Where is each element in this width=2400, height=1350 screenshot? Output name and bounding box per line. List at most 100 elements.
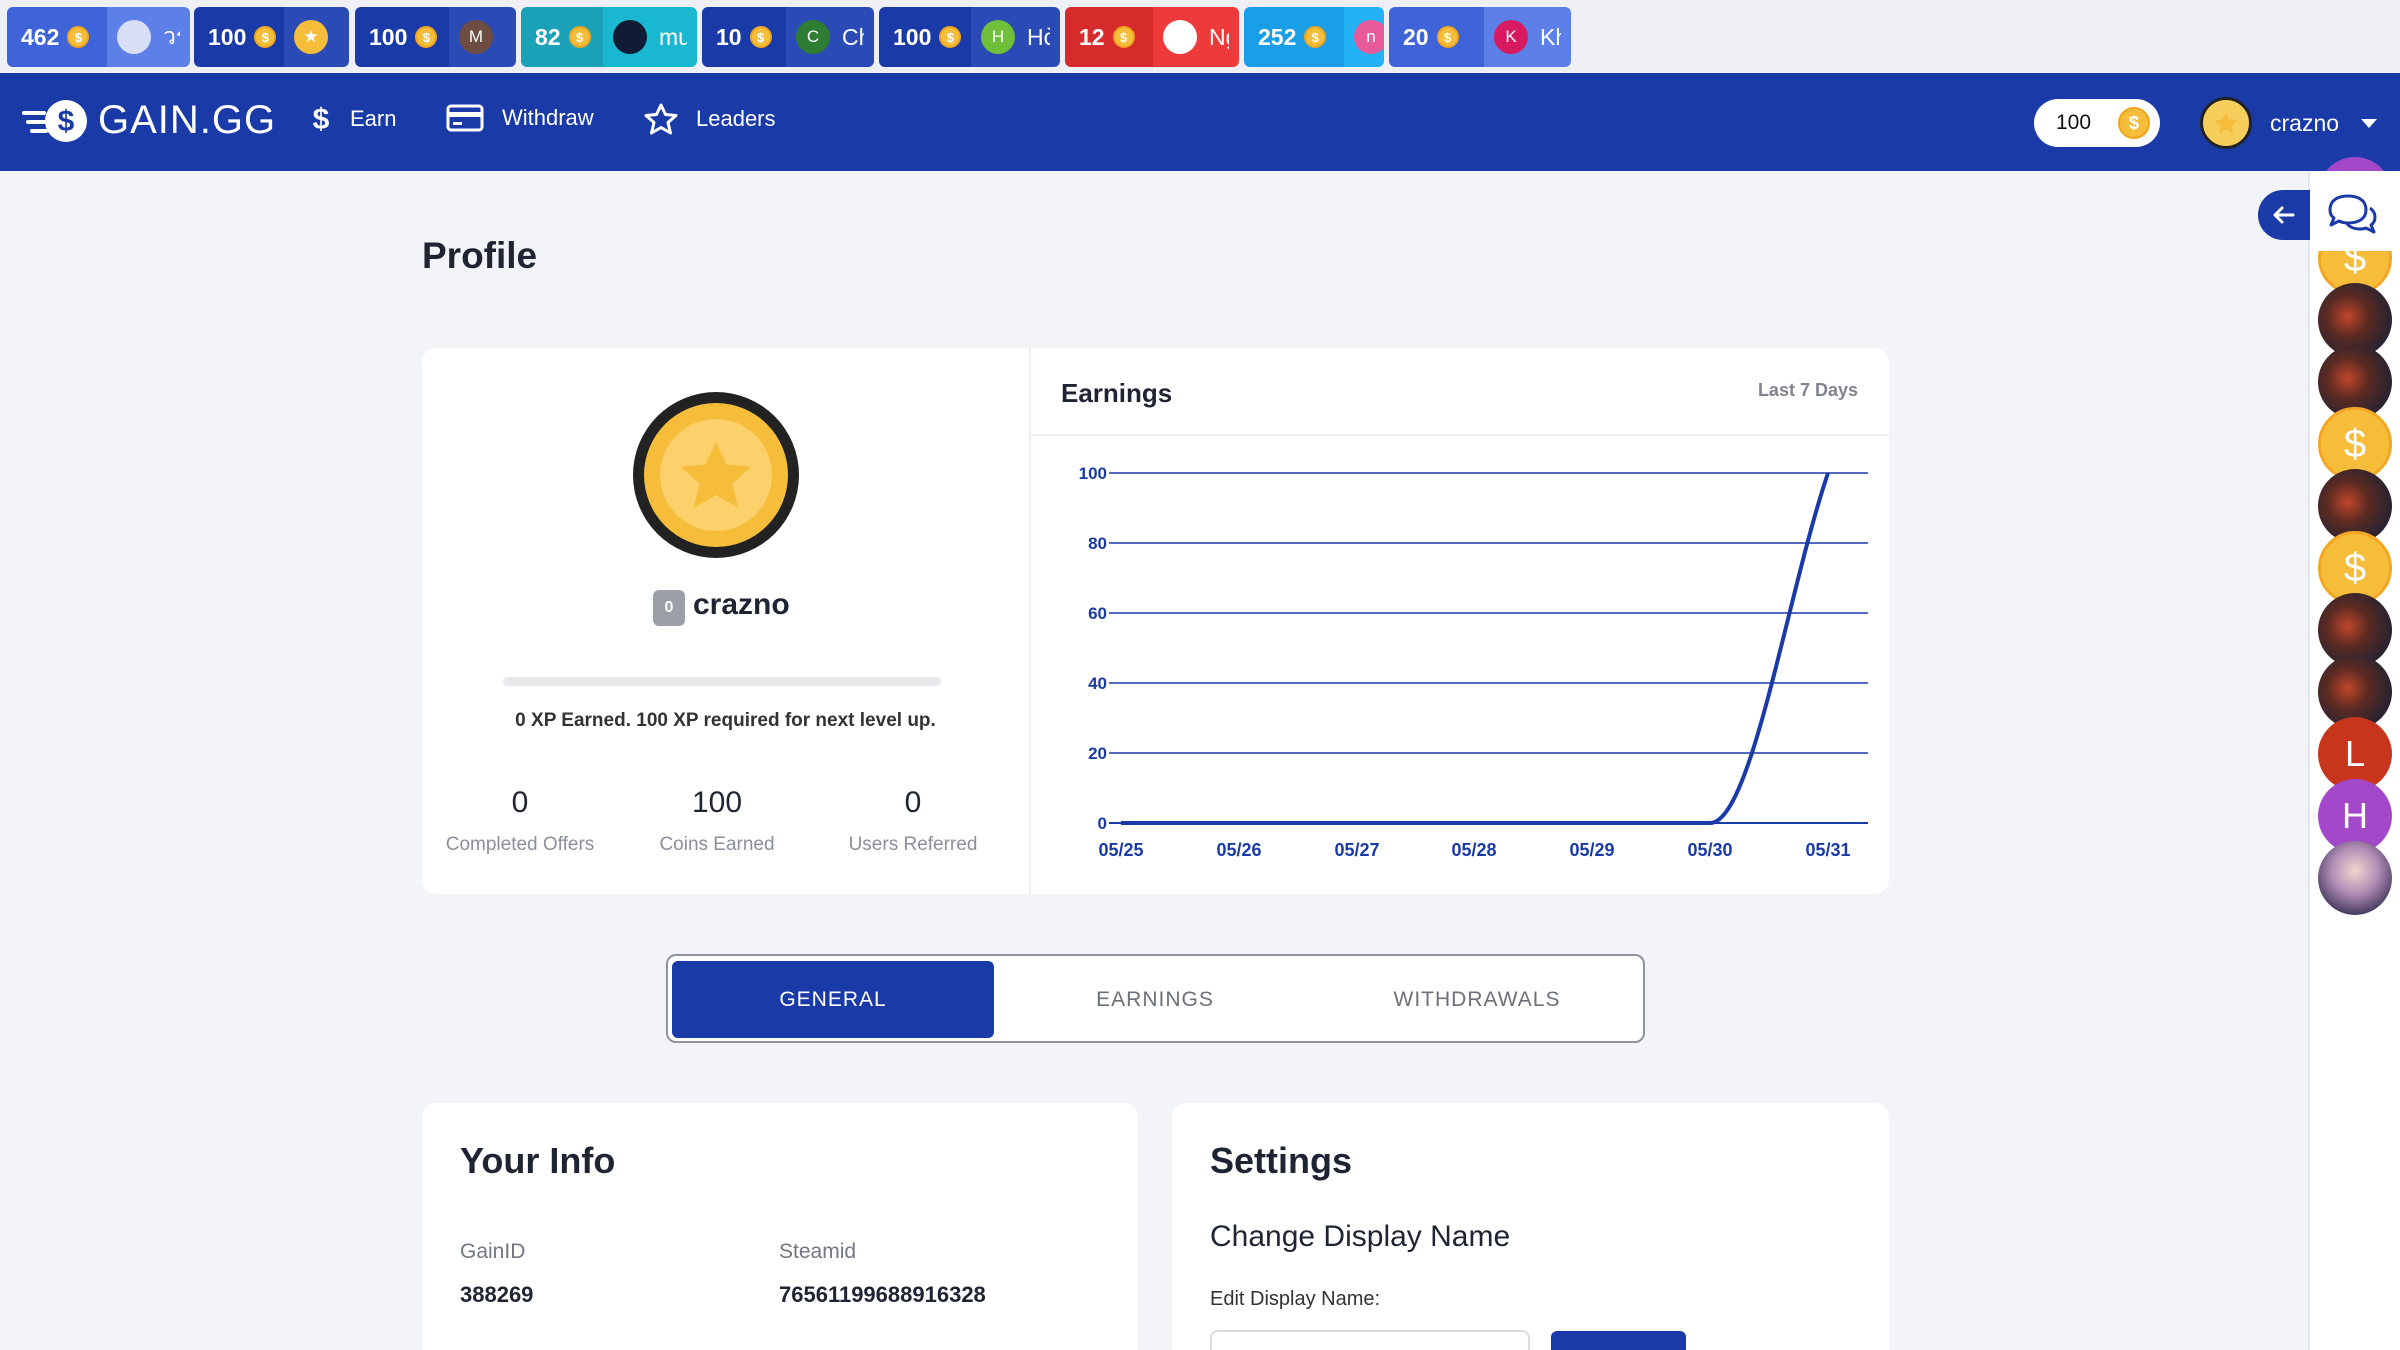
ticker-user: C Chillu Chik: [786, 7, 874, 67]
ticker-amount: 10 $: [702, 7, 786, 67]
collapse-chat-button[interactable]: [2258, 190, 2310, 240]
display-name-input[interactable]: [1210, 1330, 1530, 1350]
avatar: ★: [294, 20, 328, 54]
ticker-username: Ngọc Gia ...: [1209, 23, 1229, 50]
chat-icon[interactable]: [2326, 192, 2378, 241]
gainid-label: GainID: [460, 1240, 526, 1263]
stat-label: Completed Offers: [445, 834, 595, 855]
coin-icon: $: [2118, 107, 2150, 139]
ticker-amount-value: 12: [1079, 23, 1105, 50]
ticker-amount: 82 $: [521, 7, 603, 67]
coin-icon: $: [749, 26, 772, 48]
avatar: K: [1494, 20, 1528, 54]
ticker-amount: 100 $: [879, 7, 971, 67]
avatar: [613, 20, 647, 54]
live-feed-ticker: 462 $ วราพร วงศ์... 100 $ ★crazno 100 $ M Michael…: [0, 0, 2400, 73]
user-menu[interactable]: crazno: [2200, 97, 2378, 149]
profile-username: crazno: [693, 588, 790, 621]
nav-earn[interactable]: $ Earn: [310, 103, 397, 135]
earnings-range: Last 7 Days: [1757, 380, 1858, 400]
ticker-item[interactable]: 100 $ H Hòa Thanh: [879, 7, 1060, 67]
steamid-label: Steamid: [779, 1240, 857, 1263]
ticker-user: วราพร วงศ์...: [107, 7, 190, 67]
change-display-name-heading: Change Display Name: [1210, 1220, 1511, 1253]
nav-leaders[interactable]: Leaders: [644, 103, 776, 135]
level-badge: 0: [653, 590, 685, 626]
ticker-item[interactable]: 252 $ nnusi: [1244, 7, 1384, 67]
x-tick-label: 05/28: [1451, 840, 1496, 860]
coin-icon: $: [1112, 26, 1135, 48]
logo-text: GAIN.GG: [98, 97, 277, 142]
username: crazno: [2270, 109, 2340, 136]
ticker-username: mustafa ...: [659, 23, 687, 50]
tab-earnings[interactable]: EARNINGS: [994, 961, 1316, 1038]
avatar: C: [796, 20, 830, 54]
tab-withdrawals[interactable]: WITHDRAWALS: [1316, 961, 1638, 1038]
settings-title: Settings: [1210, 1140, 1353, 1181]
earnings-title: Earnings: [1061, 378, 1173, 408]
ticker-item[interactable]: 100 $ M Michael: [355, 7, 516, 67]
ticker-username: Chillu Chik: [842, 23, 864, 50]
dollar-icon: $: [313, 103, 330, 135]
profile-tabs: GENERAL EARNINGS WITHDRAWALS: [666, 954, 1645, 1043]
ticker-amount: 100 $: [355, 7, 449, 67]
y-tick-label: 60: [1088, 604, 1107, 623]
y-tick-label: 80: [1088, 534, 1107, 553]
ticker-username: Hòa Thanh: [1027, 23, 1050, 50]
avatar: n: [1354, 20, 1384, 54]
stat-value: 0: [904, 786, 922, 819]
ticker-user: mustafa ...: [603, 7, 697, 67]
stat-users-referred: 0 Users Referred: [813, 786, 1013, 856]
edit-display-name-label: Edit Display Name:: [1210, 1288, 1381, 1310]
ticker-user: nnusi: [1344, 7, 1384, 67]
ticker-item[interactable]: 100 $ ★crazno: [194, 7, 349, 67]
ticker-username: Michael: [505, 24, 506, 51]
ticker-item[interactable]: 82 $ mustafa ...: [521, 7, 697, 67]
avatar: [1163, 20, 1197, 54]
ticker-username: วราพร วงศ์...: [163, 23, 180, 49]
ticker-item[interactable]: 462 $ วราพร วงศ์...: [7, 7, 190, 67]
ticker-amount-value: 100: [208, 23, 247, 50]
earnings-chart: 0 20 40 60 80 100 05/25 05/26 05/27 05/28 05/29 05/…: [1079, 464, 1868, 860]
star-icon: [2214, 112, 2238, 134]
stat-value: 0: [511, 786, 529, 819]
your-info-title: Your Info: [460, 1140, 616, 1181]
card-icon: [446, 104, 484, 132]
gainid-value: 388269: [460, 1282, 534, 1307]
ticker-item[interactable]: 20 $ K Khang Mi...: [1389, 7, 1571, 67]
y-tick-label: 0: [1098, 814, 1107, 833]
coin-icon: $: [1436, 26, 1459, 48]
ticker-user: ★crazno: [284, 7, 349, 67]
ticker-amount-value: 100: [893, 23, 932, 50]
nav-withdraw-label: Withdraw: [502, 105, 594, 130]
ticker-amount-value: 462: [21, 23, 60, 50]
stat-label: Users Referred: [848, 834, 978, 855]
logo[interactable]: $ GAIN.GG: [22, 95, 276, 145]
chat-avatar[interactable]: [2318, 841, 2392, 915]
balance-pill[interactable]: 100 $: [2034, 99, 2160, 147]
y-tick-label: 40: [1088, 674, 1107, 693]
earnings-line: [1121, 472, 1830, 825]
x-tick-label: 05/26: [1216, 840, 1261, 860]
xp-text: 0 XP Earned. 100 XP required for next le…: [515, 710, 936, 731]
nav-leaders-label: Leaders: [696, 106, 776, 131]
x-tick-label: 05/31: [1805, 840, 1850, 860]
xp-progress-bar: [503, 677, 941, 686]
tab-general[interactable]: GENERAL: [672, 961, 994, 1038]
ticker-amount: 20 $: [1389, 7, 1484, 67]
ticker-user: Ngọc Gia ...: [1153, 7, 1239, 67]
ticker-user: M Michael: [449, 7, 516, 67]
ticker-item[interactable]: 12 $ Ngọc Gia ...: [1065, 7, 1239, 67]
ticker-amount: 462 $: [7, 7, 107, 67]
y-tick-label: 100: [1079, 464, 1107, 483]
save-display-name-button[interactable]: [1551, 1331, 1686, 1350]
ticker-item[interactable]: 10 $ C Chillu Chik: [702, 7, 874, 67]
stat-coins-earned: 100 Coins Earned: [617, 786, 817, 856]
svg-text:$: $: [58, 105, 75, 138]
ticker-amount-value: 82: [535, 23, 561, 50]
ticker-user: K Khang Mi...: [1484, 7, 1571, 67]
nav-withdraw[interactable]: Withdraw: [446, 103, 594, 133]
ticker-amount: 12 $: [1065, 7, 1153, 67]
svg-text:$: $: [313, 103, 330, 135]
stat-value: 100: [691, 786, 743, 819]
